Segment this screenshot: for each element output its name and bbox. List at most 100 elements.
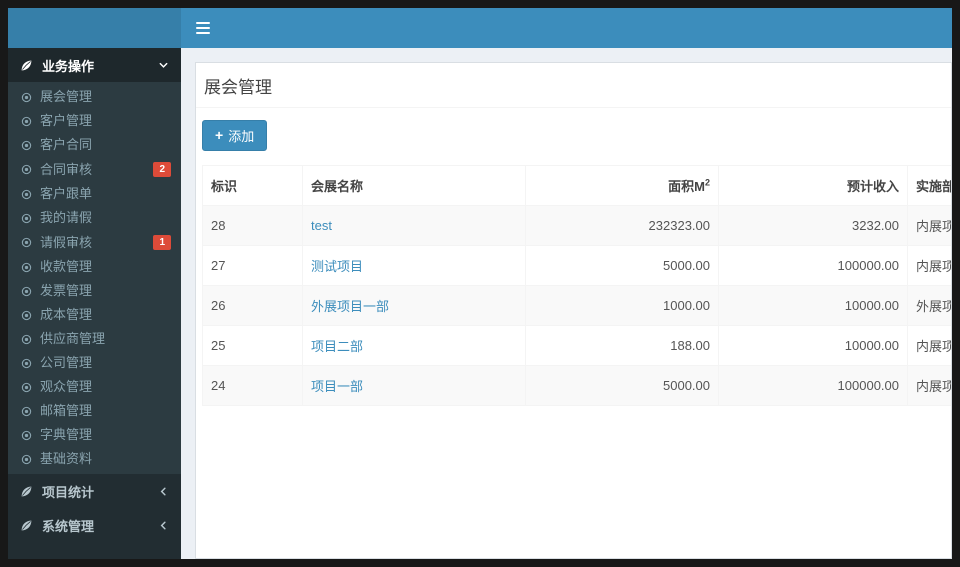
dot-circle-icon <box>21 454 32 465</box>
dot-circle-icon <box>21 92 32 103</box>
sidebar-section-label: 系统管理 <box>42 518 95 534</box>
status-badge: 2 <box>153 162 171 177</box>
cell-name: test <box>302 205 526 246</box>
dot-circle-icon <box>21 237 32 248</box>
sidebar-submenu: 展会管理 客户管理 客户合同 合同审核 2 客户跟单 我的请假 请假审核 1 收… <box>8 82 181 474</box>
table-row: 25 项目二部 188.00 10000.00 内展项目 <box>202 325 951 366</box>
table-header-row: 标识 会展名称 面积M2 预计收入 实施部门 <box>202 165 951 206</box>
add-button-label: 添加 <box>228 129 255 144</box>
exhibition-link[interactable]: 项目一部 <box>311 379 363 394</box>
sidebar-item-customer-followup[interactable]: 客户跟单 <box>8 182 181 206</box>
app-frame: 业务操作 展会管理 客户管理 客户合同 合同审核 2 客户跟单 我的请假 请假审… <box>8 8 952 559</box>
sidebar-item-leave-review[interactable]: 请假审核 1 <box>8 230 181 255</box>
sidebar-section-project-stats[interactable]: 项目统计 <box>8 474 181 508</box>
sidebar-item-audience-mgmt[interactable]: 观众管理 <box>8 375 181 399</box>
exhibition-link[interactable]: 项目二部 <box>311 339 363 354</box>
cell-dept: 内展项目 <box>907 205 951 246</box>
exhibition-link[interactable]: 测试项目 <box>311 259 363 274</box>
table-row: 26 外展项目一部 1000.00 10000.00 外展项目 <box>202 285 951 326</box>
table-row: 27 测试项目 5000.00 100000.00 内展项目 <box>202 245 951 286</box>
dot-circle-icon <box>21 334 32 345</box>
leaf-icon <box>20 519 33 532</box>
cell-dept: 外展项目 <box>907 285 951 326</box>
sidebar-item-invoice-mgmt[interactable]: 发票管理 <box>8 279 181 303</box>
top-navbar <box>8 8 952 48</box>
sidebar-section-label: 业务操作 <box>42 58 95 74</box>
sidebar-item-company-mgmt[interactable]: 公司管理 <box>8 351 181 375</box>
chevron-left-icon <box>158 520 169 531</box>
sidebar-toggle-button[interactable] <box>181 8 225 48</box>
sidebar-item-customer-contract[interactable]: 客户合同 <box>8 133 181 157</box>
bars-icon <box>196 22 210 34</box>
sidebar-section-label: 项目统计 <box>42 484 95 500</box>
sidebar: 业务操作 展会管理 客户管理 客户合同 合同审核 2 客户跟单 我的请假 请假审… <box>8 48 181 559</box>
cell-area: 232323.00 <box>525 205 719 246</box>
leaf-icon <box>20 59 33 72</box>
chevron-left-icon <box>158 486 169 497</box>
column-header-name: 会展名称 <box>302 165 526 206</box>
plus-icon: + <box>215 127 224 143</box>
sidebar-item-customer-mgmt[interactable]: 客户管理 <box>8 109 181 133</box>
cell-name: 测试项目 <box>302 245 526 286</box>
column-header-dept: 实施部门 <box>907 165 951 206</box>
sidebar-item-my-leave[interactable]: 我的请假 <box>8 206 181 230</box>
content-area: 展会管理 + 添加 标识 会展名称 面积M2 预计收入 实施 28 test 2… <box>181 48 952 559</box>
table-row: 24 项目一部 5000.00 100000.00 内展项目 <box>202 365 951 406</box>
exhibition-link[interactable]: 外展项目一部 <box>311 299 389 314</box>
cell-id: 24 <box>202 365 303 406</box>
dot-circle-icon <box>21 262 32 273</box>
dot-circle-icon <box>21 382 32 393</box>
exhibition-link[interactable]: test <box>311 218 332 233</box>
cell-revenue: 10000.00 <box>718 325 908 366</box>
page-title: 展会管理 <box>204 78 272 97</box>
dot-circle-icon <box>21 116 32 127</box>
exhibition-table: 标识 会展名称 面积M2 预计收入 实施部门 28 test 232323.00 <box>202 165 951 406</box>
dot-circle-icon <box>21 213 32 224</box>
box-header: 展会管理 <box>196 63 951 108</box>
dot-circle-icon <box>21 406 32 417</box>
exhibition-box: 展会管理 + 添加 标识 会展名称 面积M2 预计收入 实施 28 test 2… <box>195 62 952 559</box>
cell-area: 5000.00 <box>525 245 719 286</box>
dot-circle-icon <box>21 430 32 441</box>
cell-dept: 内展项目 <box>907 245 951 286</box>
logo-area <box>8 8 181 48</box>
dot-circle-icon <box>21 140 32 151</box>
column-header-revenue: 预计收入 <box>718 165 908 206</box>
cell-revenue: 100000.00 <box>718 365 908 406</box>
sidebar-item-basic-data[interactable]: 基础资料 <box>8 447 181 471</box>
sidebar-item-dictionary-mgmt[interactable]: 字典管理 <box>8 423 181 447</box>
add-button[interactable]: + 添加 <box>202 120 268 151</box>
sidebar-item-supplier-mgmt[interactable]: 供应商管理 <box>8 327 181 351</box>
column-header-id: 标识 <box>202 165 303 206</box>
dot-circle-icon <box>21 310 32 321</box>
cell-name: 外展项目一部 <box>302 285 526 326</box>
sidebar-section-business-ops[interactable]: 业务操作 <box>8 48 181 82</box>
cell-id: 27 <box>202 245 303 286</box>
sidebar-section-system-mgmt[interactable]: 系统管理 <box>8 508 181 542</box>
cell-area: 188.00 <box>525 325 719 366</box>
box-body: + 添加 标识 会展名称 面积M2 预计收入 实施部门 <box>196 108 951 414</box>
cell-id: 26 <box>202 285 303 326</box>
dot-circle-icon <box>21 358 32 369</box>
sidebar-item-exhibition-mgmt[interactable]: 展会管理 <box>8 85 181 109</box>
table-row: 28 test 232323.00 3232.00 内展项目 <box>202 205 951 246</box>
cell-name: 项目一部 <box>302 365 526 406</box>
cell-name: 项目二部 <box>302 325 526 366</box>
cell-id: 28 <box>202 205 303 246</box>
column-header-area: 面积M2 <box>525 165 719 206</box>
sidebar-item-cost-mgmt[interactable]: 成本管理 <box>8 303 181 327</box>
sidebar-item-payment-mgmt[interactable]: 收款管理 <box>8 255 181 279</box>
cell-area: 1000.00 <box>525 285 719 326</box>
cell-dept: 内展项目 <box>907 365 951 406</box>
status-badge: 1 <box>153 235 171 250</box>
dot-circle-icon <box>21 164 32 175</box>
sidebar-item-mailbox-mgmt[interactable]: 邮箱管理 <box>8 399 181 423</box>
navbar <box>181 8 952 48</box>
dot-circle-icon <box>21 286 32 297</box>
cell-id: 25 <box>202 325 303 366</box>
chevron-down-icon <box>158 60 169 71</box>
cell-revenue: 10000.00 <box>718 285 908 326</box>
dot-circle-icon <box>21 189 32 200</box>
sidebar-item-contract-review[interactable]: 合同审核 2 <box>8 157 181 182</box>
leaf-icon <box>20 485 33 498</box>
